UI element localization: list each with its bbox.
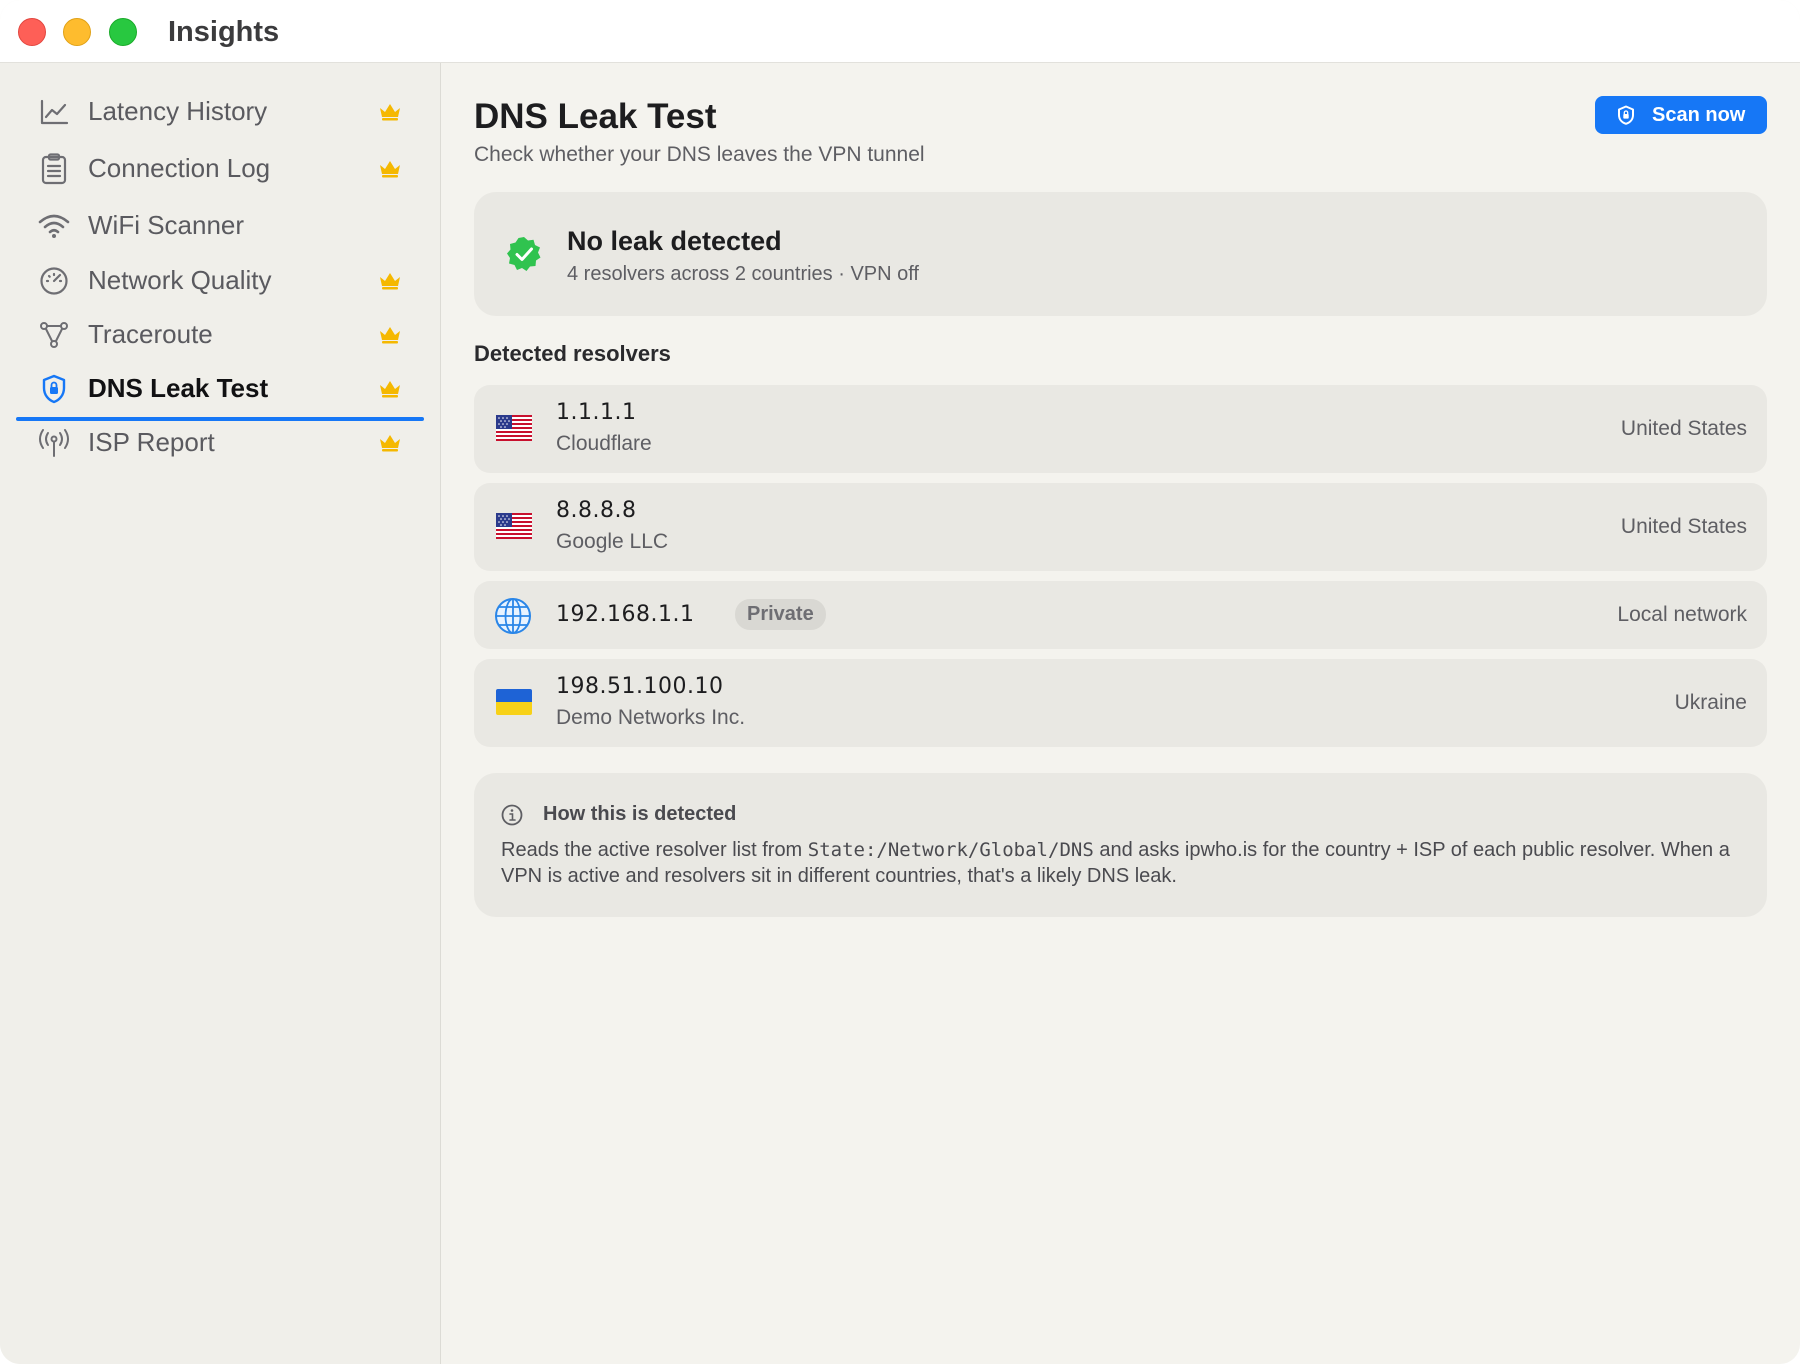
- crown-icon: [380, 327, 400, 344]
- dns-state-key: State:/Network/Global/DNS: [807, 839, 1094, 861]
- us-flag-icon: [496, 513, 532, 539]
- sidebar-item-label: WiFi Scanner: [88, 210, 245, 240]
- us-flag-icon: [496, 415, 532, 441]
- crown-icon: [380, 381, 400, 398]
- sidebar-item-label: Traceroute: [88, 319, 213, 349]
- verified-check-icon: [507, 237, 541, 271]
- status-summary: 4 resolvers across 2 countries · VPN off: [567, 263, 919, 285]
- title-bar: Insights: [0, 0, 1800, 63]
- leak-status-card: No leak detected 4 resolvers across 2 co…: [474, 192, 1767, 316]
- page-title: DNS Leak Test: [474, 97, 717, 136]
- scan-now-button[interactable]: Scan now: [1595, 96, 1767, 134]
- sidebar-item-connection-log[interactable]: Connection Log: [16, 139, 424, 197]
- info-description: Reads the active resolver list from Stat…: [501, 837, 1741, 889]
- resolver-isp: Cloudflare: [556, 432, 652, 455]
- info-title: How this is detected: [543, 803, 737, 825]
- close-window-button[interactable]: [18, 18, 46, 46]
- crown-icon: [380, 435, 400, 452]
- antenna-icon: [38, 427, 70, 459]
- status-title: No leak detected: [567, 226, 782, 256]
- app-window: Insights Latency History Connection Log: [0, 0, 1800, 1364]
- info-text-before: Reads the active resolver list from: [501, 839, 808, 861]
- sidebar-item-isp-report[interactable]: ISP Report: [16, 413, 424, 471]
- main-content: DNS Leak Test Check whether your DNS lea…: [442, 63, 1800, 1364]
- globe-icon: [495, 598, 531, 634]
- resolver-ip: 1.1.1.1: [556, 400, 637, 425]
- sidebar-item-label: ISP Report: [88, 427, 215, 457]
- resolver-isp: Google LLC: [556, 530, 669, 553]
- resolver-row: 1.1.1.1 Cloudflare United States: [474, 385, 1767, 473]
- sidebar-item-label: Latency History: [88, 96, 268, 126]
- gauge-icon: [38, 265, 70, 297]
- sidebar-item-latency-history[interactable]: Latency History: [16, 82, 424, 140]
- resolver-country: Local network: [1617, 603, 1747, 626]
- resolver-ip: 198.51.100.10: [556, 674, 724, 699]
- resolver-country: Ukraine: [1674, 691, 1747, 714]
- minimize-window-button[interactable]: [63, 18, 91, 46]
- sidebar: Latency History Connection Log WiFi Scan…: [0, 63, 441, 1364]
- sidebar-item-label: Connection Log: [88, 153, 271, 183]
- sidebar-item-label: Network Quality: [88, 265, 272, 295]
- sidebar-item-dns-leak-test[interactable]: DNS Leak Test: [16, 359, 424, 421]
- maximize-window-button[interactable]: [109, 18, 137, 46]
- resolver-ip: 8.8.8.8: [556, 498, 637, 523]
- shield-lock-icon: [1618, 105, 1634, 125]
- resolver-row: 192.168.1.1 Private Local network: [474, 581, 1767, 649]
- resolver-country: United States: [1620, 515, 1747, 538]
- chart-line-icon: [38, 96, 70, 128]
- info-icon: [501, 804, 523, 826]
- resolver-country: United States: [1620, 417, 1747, 440]
- sidebar-item-network-quality[interactable]: Network Quality: [16, 251, 424, 309]
- private-badge: Private: [735, 599, 826, 630]
- window-title: Insights: [168, 16, 280, 48]
- wifi-icon: [38, 210, 70, 242]
- crown-icon: [380, 161, 400, 178]
- shield-lock-icon: [38, 373, 70, 405]
- sidebar-item-traceroute[interactable]: Traceroute: [16, 305, 424, 363]
- resolver-isp: Demo Networks Inc.: [556, 706, 746, 729]
- detection-info-card: How this is detected Reads the active re…: [474, 773, 1767, 917]
- ua-flag-icon: [496, 689, 532, 715]
- page-subtitle: Check whether your DNS leaves the VPN tu…: [474, 143, 925, 166]
- resolver-row: 198.51.100.10 Demo Networks Inc. Ukraine: [474, 659, 1767, 747]
- resolver-ip: 192.168.1.1: [556, 602, 695, 627]
- scan-now-label: Scan now: [1652, 104, 1746, 126]
- section-title: Detected resolvers: [474, 341, 671, 366]
- sidebar-item-wifi-scanner[interactable]: WiFi Scanner: [16, 196, 424, 254]
- network-nodes-icon: [38, 319, 70, 351]
- crown-icon: [380, 104, 400, 121]
- resolver-row: 8.8.8.8 Google LLC United States: [474, 483, 1767, 571]
- sidebar-item-label: DNS Leak Test: [88, 373, 269, 403]
- crown-icon: [380, 273, 400, 290]
- clipboard-icon: [38, 153, 70, 185]
